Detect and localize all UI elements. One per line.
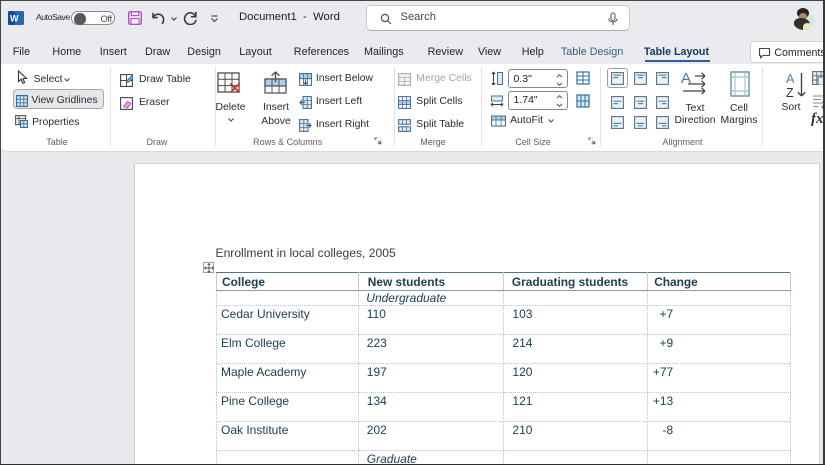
svg-text:Z: Z <box>786 86 794 99</box>
svg-text:W: W <box>10 13 19 23</box>
svg-text:A: A <box>786 72 795 86</box>
